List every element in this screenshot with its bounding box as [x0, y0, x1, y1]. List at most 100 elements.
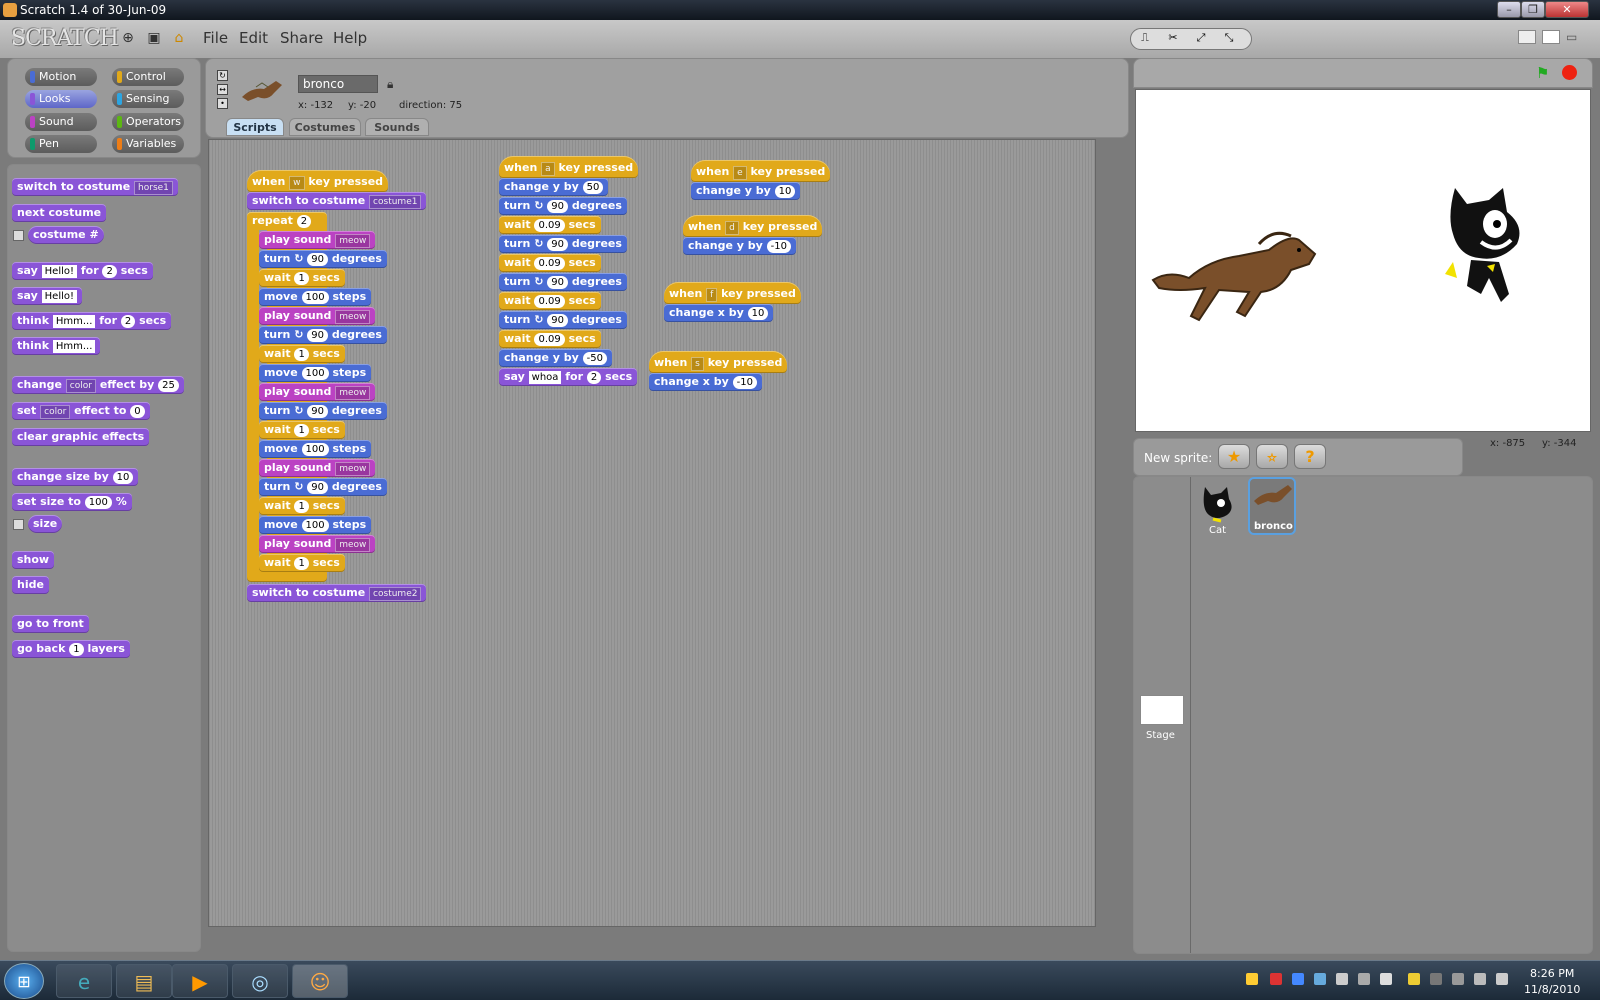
block-move[interactable]: move 100 steps	[259, 516, 372, 534]
block-say-for[interactable]: say whoa for 2 secs	[499, 368, 638, 386]
palette-switch-costume[interactable]: switch to costume horse1	[12, 178, 178, 196]
block-turn[interactable]: turn ↻ 90 degrees	[499, 311, 627, 329]
block-play-sound[interactable]: play sound meow	[259, 307, 376, 325]
rotate-mode-icon[interactable]: ↻	[217, 70, 228, 81]
palette-say-for[interactable]: say Hello! for 2 secs	[12, 262, 153, 280]
presentation-mode-icon[interactable]: ▭	[1566, 30, 1580, 44]
tray-icon-4[interactable]	[1314, 973, 1326, 985]
bluetooth-icon[interactable]	[1292, 973, 1304, 985]
block-change-x[interactable]: change x by -10	[649, 373, 762, 391]
costume-number-checkbox[interactable]	[13, 230, 24, 241]
palette-show[interactable]: show	[12, 551, 55, 569]
palette-set-size[interactable]: set size to 100 %	[12, 493, 132, 511]
shrink-icon[interactable]: ⤡	[1219, 31, 1239, 47]
palette-change-effect[interactable]: change color effect by 25	[12, 376, 184, 394]
flip-mode-icon[interactable]: ↔	[217, 84, 228, 95]
stage[interactable]	[1135, 89, 1591, 432]
palette-size[interactable]: size	[28, 515, 63, 533]
grow-icon[interactable]: ⤢	[1191, 31, 1211, 47]
block-play-sound[interactable]: play sound meow	[259, 383, 376, 401]
palette-clear-effects[interactable]: clear graphic effects	[12, 428, 150, 446]
block-turn[interactable]: turn ↻ 90 degrees	[499, 273, 627, 291]
menu-help[interactable]: Help	[333, 29, 367, 47]
category-operators[interactable]: Operators	[112, 113, 184, 131]
category-control[interactable]: Control	[112, 68, 184, 86]
block-change-x[interactable]: change x by 10	[664, 304, 774, 322]
palette-set-effect[interactable]: set color effect to 0	[12, 402, 150, 420]
tray-icon-10[interactable]	[1452, 973, 1464, 985]
maximize-button[interactable]: ❐	[1521, 1, 1545, 18]
block-move[interactable]: move 100 steps	[259, 440, 372, 458]
language-globe-icon[interactable]: ⊕	[119, 29, 137, 47]
tray-icon-2[interactable]	[1270, 973, 1282, 985]
bronco-sprite[interactable]	[1149, 220, 1321, 325]
block-wait[interactable]: wait 1 secs	[259, 269, 345, 287]
block-wait[interactable]: wait 1 secs	[259, 421, 345, 439]
palette-change-size[interactable]: change size by 10	[12, 468, 139, 486]
category-variables[interactable]: Variables	[112, 135, 184, 153]
size-checkbox[interactable]	[13, 519, 24, 530]
lock-icon[interactable]: 🔒︎	[387, 77, 393, 92]
start-button[interactable]: ⊞	[4, 963, 44, 999]
hat-when-s-key[interactable]: when s key pressed	[649, 351, 788, 373]
security-shield-icon[interactable]	[1408, 973, 1420, 985]
block-wait[interactable]: wait 0.09 secs	[499, 254, 601, 272]
block-change-y[interactable]: change y by 50	[499, 178, 609, 196]
media-player-icon[interactable]: ▶	[172, 964, 228, 998]
block-turn[interactable]: turn ↻ 90 degrees	[259, 478, 387, 496]
block-move[interactable]: move 100 steps	[259, 288, 372, 306]
menu-file[interactable]: File	[203, 29, 228, 47]
tray-icon-9[interactable]	[1430, 973, 1442, 985]
internet-explorer-icon[interactable]: e	[56, 964, 112, 998]
block-turn[interactable]: turn ↻ 90 degrees	[259, 326, 387, 344]
sprite-name-field[interactable]: bronco	[298, 75, 378, 93]
no-rotate-icon[interactable]: •	[217, 98, 228, 109]
category-pen[interactable]: Pen	[25, 135, 97, 153]
sprite-thumb-cat[interactable]: Cat	[1197, 483, 1245, 539]
block-move[interactable]: move 100 steps	[259, 364, 372, 382]
palette-think[interactable]: think Hmm...	[12, 337, 101, 355]
category-sound[interactable]: Sound	[25, 113, 97, 131]
block-change-y[interactable]: change y by -50	[499, 349, 613, 367]
palette-next-costume[interactable]: next costume	[12, 204, 107, 222]
block-wait[interactable]: wait 0.09 secs	[499, 292, 601, 310]
category-motion[interactable]: Motion	[25, 68, 97, 86]
save-disk-icon[interactable]: ▣	[145, 29, 163, 47]
block-change-y[interactable]: change y by 10	[691, 182, 801, 200]
block-switch-costume[interactable]: switch to costume costume2	[247, 584, 427, 602]
tray-icon-7[interactable]	[1380, 973, 1392, 985]
block-turn[interactable]: turn ↻ 90 degrees	[259, 250, 387, 268]
block-wait[interactable]: wait 1 secs	[259, 497, 345, 515]
green-flag-icon[interactable]: ⚑	[1536, 64, 1549, 82]
palette-say[interactable]: say Hello!	[12, 287, 83, 305]
palette-go-to-front[interactable]: go to front	[12, 615, 89, 633]
share-upload-icon[interactable]: ⌂	[170, 29, 188, 47]
scratch-taskbar-icon[interactable]: ☺	[292, 964, 348, 998]
hat-when-a-key[interactable]: when a key pressed	[499, 156, 639, 178]
tray-icon-6[interactable]	[1358, 973, 1370, 985]
surprise-sprite-icon[interactable]: ?	[1294, 444, 1326, 469]
block-turn[interactable]: turn ↻ 90 degrees	[499, 197, 627, 215]
block-change-y[interactable]: change y by -10	[683, 237, 797, 255]
volume-icon[interactable]	[1496, 973, 1508, 985]
block-play-sound[interactable]: play sound meow	[259, 535, 376, 553]
block-play-sound[interactable]: play sound meow	[259, 459, 376, 477]
block-switch-costume[interactable]: switch to costume costume1	[247, 192, 427, 210]
block-turn[interactable]: turn ↻ 90 degrees	[259, 402, 387, 420]
network-icon[interactable]	[1474, 973, 1486, 985]
minimize-button[interactable]: –	[1497, 1, 1521, 18]
tab-scripts[interactable]: Scripts	[226, 118, 284, 136]
browser-icon[interactable]: ◎	[232, 964, 288, 998]
hat-when-d-key[interactable]: when d key pressed	[683, 215, 823, 237]
hat-when-e-key[interactable]: when e key pressed	[691, 160, 831, 182]
stop-sign-icon[interactable]	[1562, 65, 1577, 80]
palette-go-back[interactable]: go back 1 layers	[12, 640, 130, 658]
normal-stage-mode-icon[interactable]	[1542, 30, 1560, 44]
sprite-thumb-bronco[interactable]: bronco	[1248, 477, 1296, 535]
tab-costumes[interactable]: Costumes	[289, 118, 361, 136]
palette-think-for[interactable]: think Hmm... for 2 secs	[12, 312, 172, 330]
menu-share[interactable]: Share	[280, 29, 323, 47]
paint-new-sprite-icon[interactable]: ★	[1218, 444, 1250, 469]
stage-thumbnail[interactable]	[1140, 695, 1184, 725]
tray-icon-1[interactable]	[1246, 973, 1258, 985]
